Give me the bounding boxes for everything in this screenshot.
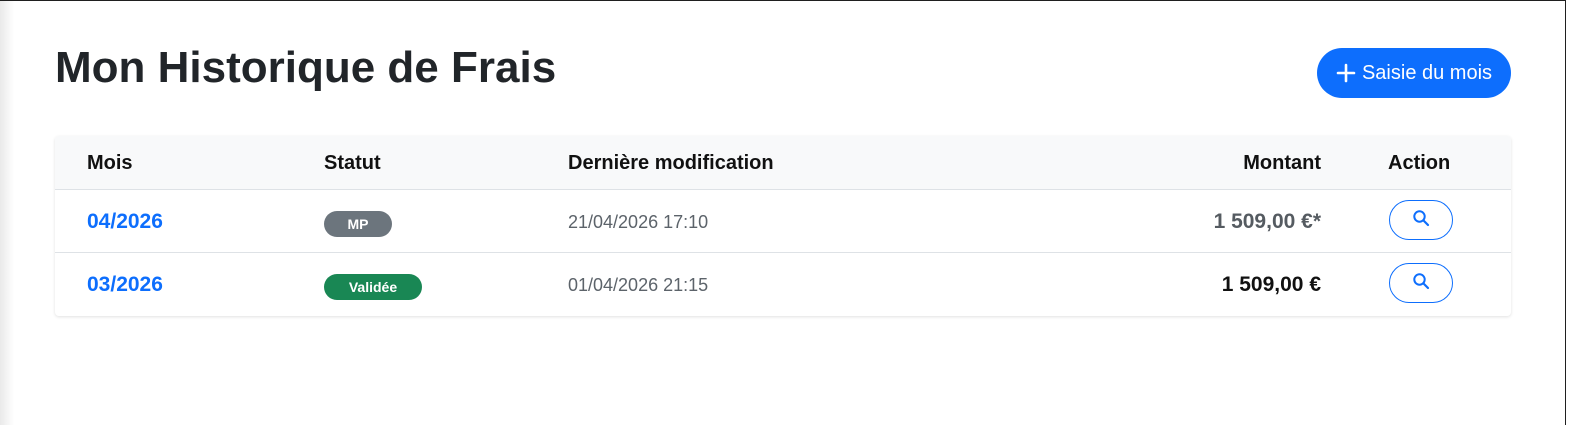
search-icon	[1412, 209, 1430, 232]
new-entry-button-label: Saisie du mois	[1361, 61, 1493, 84]
view-details-button[interactable]	[1389, 263, 1453, 303]
column-header-action: Action	[1388, 152, 1451, 174]
amount-value: 1 509,00 €*	[1213, 210, 1321, 233]
status-badge: MP	[324, 211, 392, 237]
amount-value: 1 509,00 €	[1221, 273, 1321, 296]
view-details-button[interactable]	[1389, 200, 1453, 240]
page-title: Mon Historique de Frais	[55, 43, 557, 92]
column-header-month: Mois	[87, 152, 133, 174]
column-header-amount: Montant	[1243, 152, 1321, 174]
column-header-last-modified: Dernière modification	[568, 152, 774, 174]
table-row: 04/2026 MP 21/04/2026 17:10 1 509,00 €*	[55, 190, 1511, 253]
column-header-status: Statut	[324, 152, 381, 174]
table-row: 03/2026 Validée 01/04/2026 21:15 1 509,0…	[55, 253, 1511, 316]
last-modified-date: 21/04/2026 17:10	[568, 212, 709, 232]
window-edge-shadow	[0, 1, 14, 425]
new-entry-button[interactable]: Saisie du mois	[1317, 48, 1511, 98]
month-link[interactable]: 03/2026	[87, 273, 163, 297]
search-icon	[1412, 272, 1430, 295]
plus-icon	[1336, 63, 1356, 83]
status-badge: Validée	[324, 274, 422, 300]
last-modified-date: 01/04/2026 21:15	[568, 275, 709, 295]
month-link[interactable]: 04/2026	[87, 210, 163, 234]
expense-history-table: Mois Statut Dernière modification Montan…	[55, 136, 1511, 316]
table-header: Mois Statut Dernière modification Montan…	[55, 136, 1511, 190]
